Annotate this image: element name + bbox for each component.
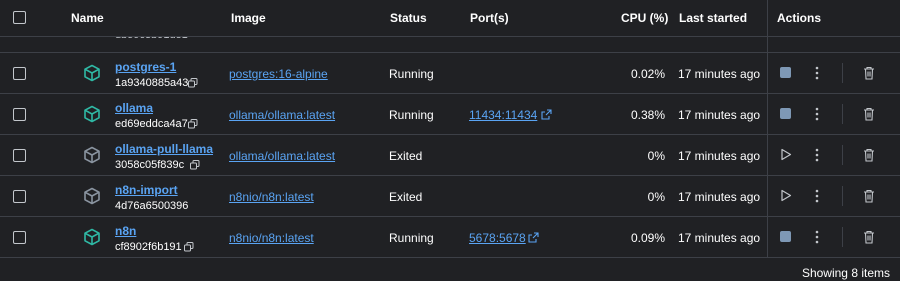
cpu-value: 0% bbox=[647, 149, 665, 163]
last-started-text: 17 minutes ago bbox=[678, 108, 761, 122]
column-header-ports[interactable]: Port(s) bbox=[470, 11, 509, 25]
status-text: Running bbox=[389, 67, 434, 81]
items-count: Showing 8 items bbox=[801, 266, 890, 280]
cpu-value: 0.38% bbox=[630, 108, 665, 122]
table-footer-divider bbox=[0, 257, 900, 258]
status-text: Exited bbox=[389, 149, 423, 163]
cpu-value: 0.09% bbox=[630, 231, 665, 245]
row-checkbox[interactable] bbox=[13, 231, 26, 244]
action-divider bbox=[842, 104, 843, 124]
cpu-value: 0.02% bbox=[630, 67, 665, 81]
container-id: 4d76a6500396 bbox=[115, 200, 189, 212]
last-started-text: 17 minutes ago bbox=[678, 190, 761, 204]
cube-icon bbox=[84, 228, 100, 246]
last-started-text: 17 minutes ago bbox=[678, 149, 761, 163]
column-header-actions: Actions bbox=[777, 11, 822, 25]
row-checkbox[interactable] bbox=[13, 108, 26, 121]
action-divider bbox=[842, 186, 843, 206]
column-header-image[interactable]: Image bbox=[231, 11, 266, 25]
stop-icon[interactable] bbox=[780, 67, 791, 78]
image-link[interactable]: ollama/ollama:latest bbox=[229, 149, 335, 163]
last-started-text: 17 minutes ago bbox=[678, 231, 761, 245]
table-row[interactable]: n8n cf8902f6b191 n8nio/n8n:latest Runnin… bbox=[0, 216, 900, 258]
action-divider bbox=[842, 227, 843, 247]
table-row[interactable]: ollama ed69eddca4a7 ollama/ollama:latest… bbox=[0, 93, 900, 135]
copy-icon[interactable] bbox=[184, 242, 194, 252]
trash-icon[interactable] bbox=[863, 189, 875, 203]
image-link[interactable]: postgres:16-alpine bbox=[229, 67, 328, 81]
stop-icon[interactable] bbox=[780, 231, 791, 242]
cube-icon bbox=[84, 64, 100, 82]
container-name-link[interactable]: ollama-pull-llama bbox=[115, 142, 213, 156]
trash-icon[interactable] bbox=[863, 66, 875, 80]
select-all-checkbox[interactable] bbox=[13, 11, 26, 24]
more-vertical-icon[interactable] bbox=[814, 229, 820, 245]
cube-icon bbox=[84, 187, 100, 205]
partial-table-row: db59c3b91de1 bbox=[0, 36, 900, 44]
container-name-link[interactable]: postgres-1 bbox=[115, 60, 176, 74]
port-link[interactable]: 11434:11434 bbox=[469, 108, 537, 122]
column-header-cpu[interactable]: CPU (%) bbox=[621, 11, 668, 25]
cpu-value: 0% bbox=[647, 190, 665, 204]
container-name-link[interactable]: n8n-import bbox=[115, 183, 178, 197]
trash-icon[interactable] bbox=[863, 107, 875, 121]
column-header-status[interactable]: Status bbox=[390, 11, 427, 25]
container-id: 1a9340885a43 bbox=[115, 77, 189, 89]
external-link-icon[interactable] bbox=[528, 232, 539, 243]
image-link[interactable]: ollama/ollama:latest bbox=[229, 108, 335, 122]
container-id: 3058c05f839c bbox=[115, 159, 185, 171]
row-checkbox[interactable] bbox=[13, 190, 26, 203]
status-text: Running bbox=[389, 231, 434, 245]
trash-icon[interactable] bbox=[863, 230, 875, 244]
copy-icon[interactable] bbox=[188, 119, 198, 129]
external-link-icon[interactable] bbox=[541, 109, 552, 120]
container-name-link[interactable]: ollama bbox=[115, 101, 153, 115]
play-icon[interactable] bbox=[780, 148, 792, 161]
copy-icon[interactable] bbox=[190, 160, 200, 170]
column-header-last-started[interactable]: Last started bbox=[679, 11, 747, 25]
action-divider bbox=[842, 145, 843, 165]
last-started-text: 17 minutes ago bbox=[678, 67, 761, 81]
image-link[interactable]: n8nio/n8n:latest bbox=[229, 190, 314, 204]
container-id: ed69eddca4a7 bbox=[115, 118, 188, 130]
more-vertical-icon[interactable] bbox=[814, 65, 820, 81]
more-vertical-icon[interactable] bbox=[814, 188, 820, 204]
table-header: Name Image Status Port(s) CPU (%) Last s… bbox=[0, 0, 900, 37]
more-vertical-icon[interactable] bbox=[814, 106, 820, 122]
copy-icon[interactable] bbox=[188, 78, 198, 88]
image-link[interactable]: n8nio/n8n:latest bbox=[229, 231, 314, 245]
trash-icon[interactable] bbox=[863, 148, 875, 162]
status-text: Exited bbox=[389, 190, 423, 204]
status-text: Running bbox=[389, 108, 434, 122]
action-divider bbox=[842, 63, 843, 83]
stop-icon[interactable] bbox=[780, 108, 791, 119]
cube-icon bbox=[84, 146, 100, 164]
port-link[interactable]: 5678:5678 bbox=[469, 231, 526, 245]
column-header-name[interactable]: Name bbox=[71, 11, 104, 25]
play-icon[interactable] bbox=[780, 189, 792, 202]
more-vertical-icon[interactable] bbox=[814, 147, 820, 163]
table-row[interactable]: n8n-import 4d76a6500396 n8nio/n8n:latest… bbox=[0, 175, 900, 217]
table-row[interactable]: ollama-pull-llama 3058c05f839c ollama/ol… bbox=[0, 134, 900, 176]
container-name-link[interactable]: n8n bbox=[115, 224, 136, 238]
container-id: cf8902f6b191 bbox=[115, 241, 182, 253]
actions-column-divider bbox=[767, 0, 768, 257]
row-checkbox[interactable] bbox=[13, 67, 26, 80]
cube-icon bbox=[84, 105, 100, 123]
table-row[interactable]: postgres-1 1a9340885a43 postgres:16-alpi… bbox=[0, 52, 900, 94]
row-checkbox[interactable] bbox=[13, 149, 26, 162]
